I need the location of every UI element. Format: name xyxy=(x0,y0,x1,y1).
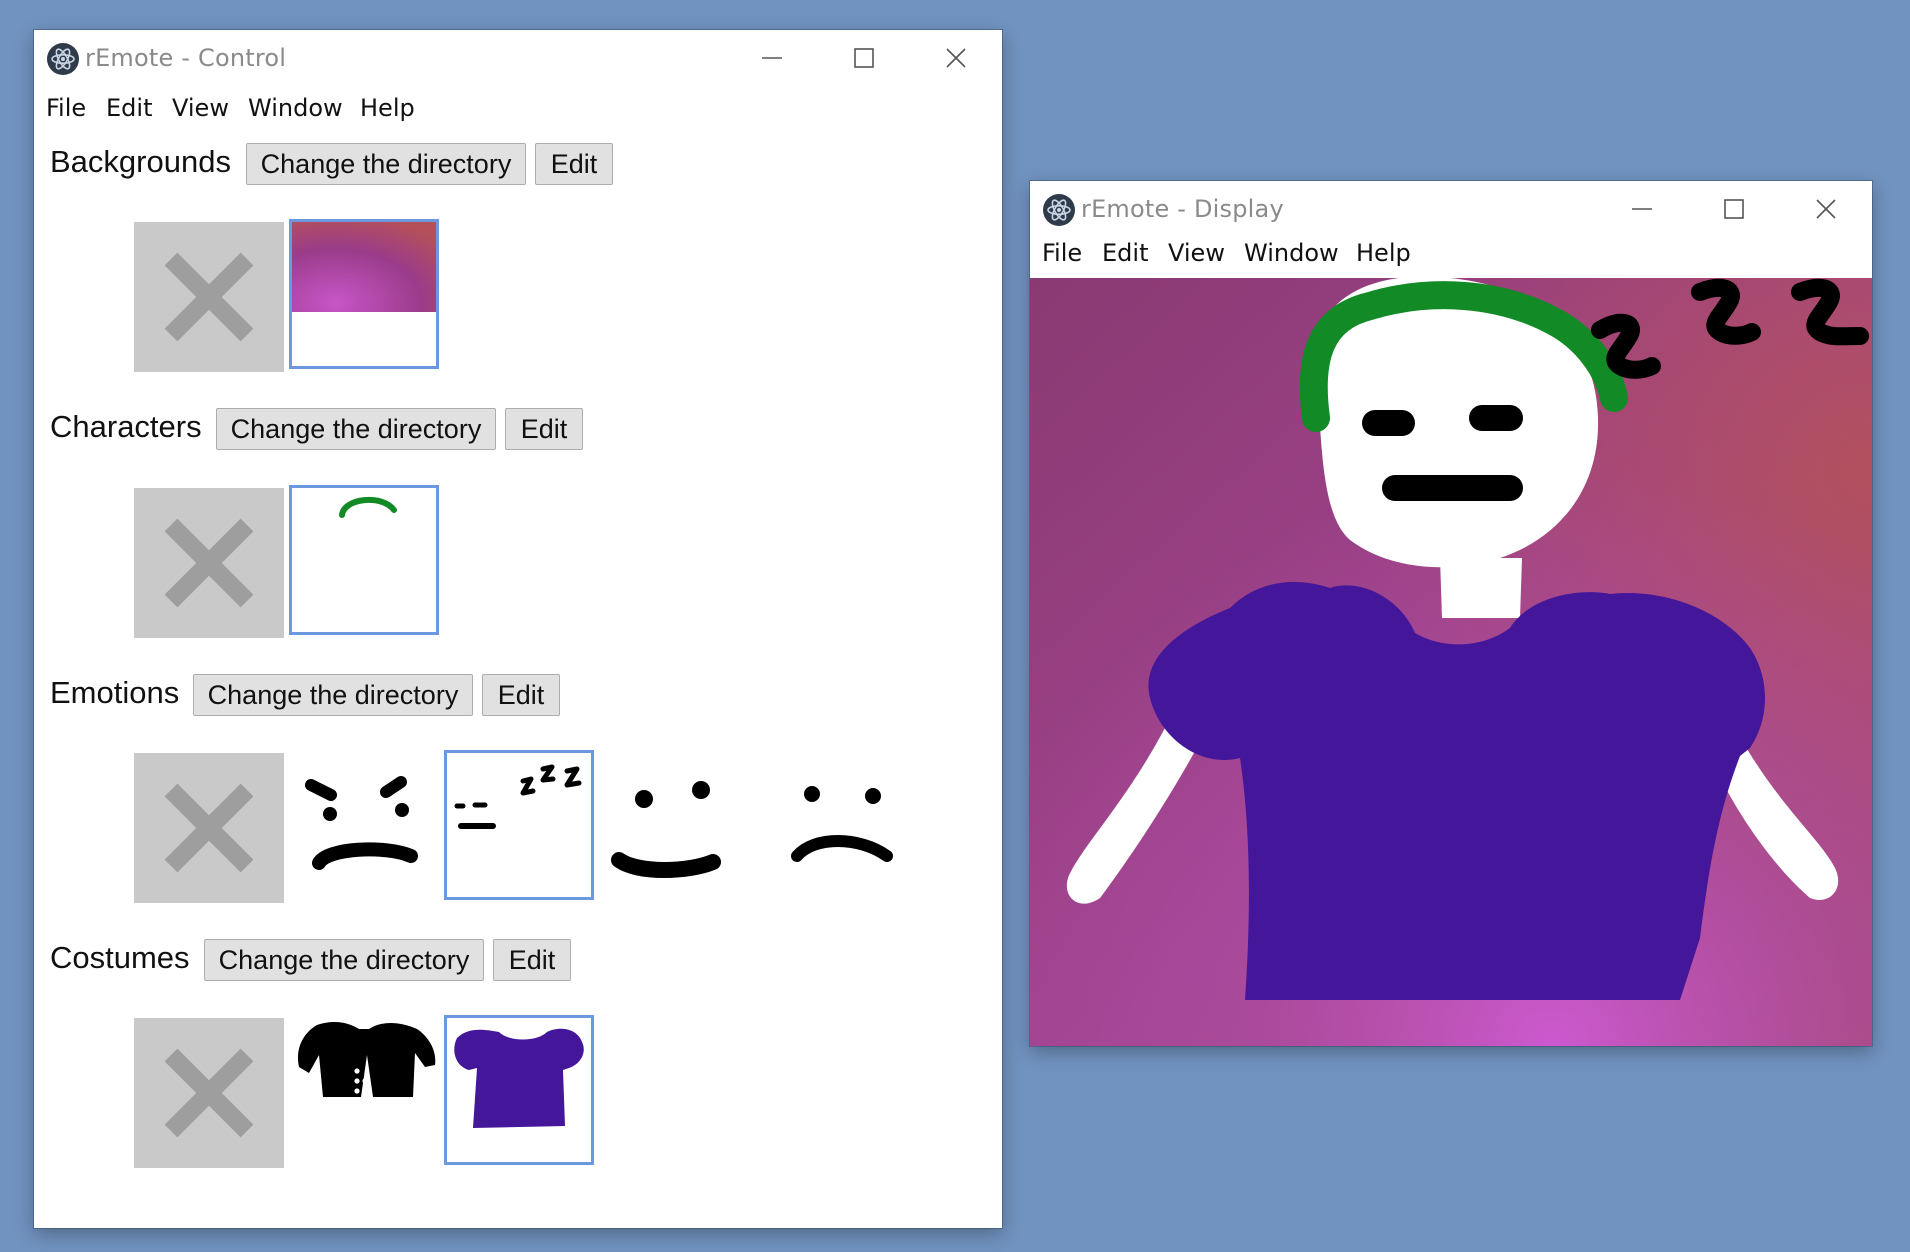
control-window-title: rEmote - Control xyxy=(85,44,287,72)
characters-edit-button[interactable]: Edit xyxy=(505,408,583,450)
maximize-button[interactable] xyxy=(1704,187,1764,231)
jacket-icon xyxy=(297,1022,436,1097)
control-titlebar[interactable]: rEmote - Control xyxy=(34,30,1002,86)
menu-window[interactable]: Window xyxy=(248,94,343,122)
backgrounds-label: Backgrounds xyxy=(50,144,231,179)
maximize-icon xyxy=(1724,199,1744,219)
character-thumbnail-selected[interactable] xyxy=(289,485,439,635)
menu-help[interactable]: Help xyxy=(360,94,415,122)
minimize-icon xyxy=(762,57,782,59)
control-window: rEmote - Control File Edit View Window H… xyxy=(34,30,1002,1228)
electron-atom-icon xyxy=(47,43,79,75)
menu-file[interactable]: File xyxy=(46,94,86,122)
menu-window[interactable]: Window xyxy=(1244,239,1339,267)
costumes-edit-button[interactable]: Edit xyxy=(493,939,571,981)
menu-edit[interactable]: Edit xyxy=(1102,239,1148,267)
costume-jacket-option[interactable] xyxy=(289,1015,439,1165)
menu-edit[interactable]: Edit xyxy=(106,94,152,122)
minimize-button[interactable] xyxy=(1612,187,1672,231)
backgrounds-edit-button[interactable]: Edit xyxy=(535,143,613,185)
close-icon xyxy=(1816,199,1836,219)
emotion-happy-option[interactable] xyxy=(599,750,749,900)
sad-face-icon xyxy=(791,786,893,862)
x-icon xyxy=(164,1048,254,1138)
emotions-label: Emotions xyxy=(50,675,180,710)
minimize-icon xyxy=(1632,208,1652,210)
costumes-none-option[interactable] xyxy=(134,1018,284,1168)
avatar-composite-image xyxy=(1030,278,1872,1046)
display-window: rEmote - Display File Edit View Window H… xyxy=(1030,181,1872,1046)
costumes-label: Costumes xyxy=(50,940,190,975)
electron-atom-icon xyxy=(1043,194,1075,226)
sleepy-face-icon xyxy=(454,764,582,829)
x-icon xyxy=(164,252,254,342)
emotion-sleepy-option-selected[interactable] xyxy=(444,750,594,900)
backgrounds-none-option[interactable] xyxy=(134,222,284,372)
minimize-button[interactable] xyxy=(742,36,802,80)
close-button[interactable] xyxy=(1796,187,1856,231)
x-icon xyxy=(164,783,254,873)
display-titlebar[interactable]: rEmote - Display xyxy=(1030,181,1872,237)
emotions-edit-button[interactable]: Edit xyxy=(482,674,560,716)
emotion-angry-option[interactable] xyxy=(289,750,439,900)
costume-tshirt-option-selected[interactable] xyxy=(444,1015,594,1165)
emotions-change-directory-button[interactable]: Change the directory xyxy=(193,674,473,716)
close-icon xyxy=(946,48,966,68)
character-preview-image xyxy=(339,496,397,518)
menu-view[interactable]: View xyxy=(172,94,229,122)
angry-face-icon xyxy=(305,776,418,870)
happy-face-icon xyxy=(611,781,721,878)
characters-none-option[interactable] xyxy=(134,488,284,638)
menu-file[interactable]: File xyxy=(1042,239,1082,267)
maximize-button[interactable] xyxy=(834,36,894,80)
characters-label: Characters xyxy=(50,409,202,444)
emotions-none-option[interactable] xyxy=(134,753,284,903)
menu-help[interactable]: Help xyxy=(1356,239,1411,267)
menu-view[interactable]: View xyxy=(1168,239,1225,267)
tshirt-icon xyxy=(454,1028,584,1128)
background-thumbnail-selected[interactable] xyxy=(289,219,439,369)
avatar-display-canvas xyxy=(1030,278,1872,1046)
x-icon xyxy=(164,518,254,608)
emotion-sad-option[interactable] xyxy=(754,750,904,900)
display-window-title: rEmote - Display xyxy=(1081,195,1284,223)
characters-change-directory-button[interactable]: Change the directory xyxy=(216,408,496,450)
costumes-change-directory-button[interactable]: Change the directory xyxy=(204,939,484,981)
backgrounds-change-directory-button[interactable]: Change the directory xyxy=(246,143,526,185)
maximize-icon xyxy=(854,48,874,68)
close-button[interactable] xyxy=(926,36,986,80)
control-menubar: File Edit View Window Help xyxy=(34,86,1002,132)
background-preview-image xyxy=(292,222,436,312)
display-menubar: File Edit View Window Help xyxy=(1030,231,1872,277)
